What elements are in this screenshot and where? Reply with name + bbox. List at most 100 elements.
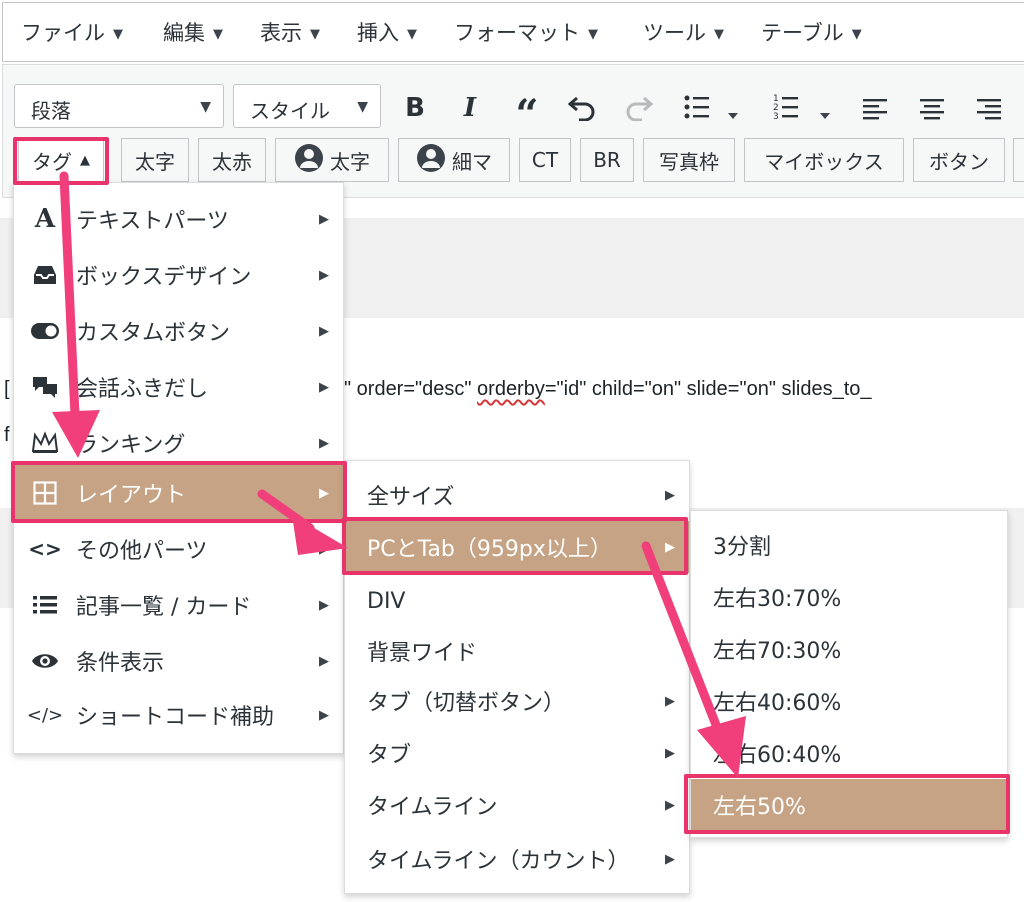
text-a-icon: A <box>34 204 56 234</box>
menu-item-label: ボックスデザイン <box>76 265 252 290</box>
menu-item-shortcode-helper[interactable]: </> ショートコード補助 ▶ <box>14 687 343 743</box>
menu-item-post-list[interactable]: 記事一覧 / カード ▶ <box>14 577 343 633</box>
chat-bubbles-icon <box>30 372 60 402</box>
avatar-bold-button[interactable]: 太字 <box>275 138 389 182</box>
layout-option-60-40[interactable]: 左右60:40% <box>691 727 1007 779</box>
br-label: BR <box>593 148 621 172</box>
layout-option-label: 左右70:30% <box>713 639 842 664</box>
tag-menu-button[interactable]: タグ ▲ <box>18 138 104 182</box>
layout-option-label: 左右60:40% <box>713 743 842 768</box>
layout-option-70-30[interactable]: 左右70:30% <box>691 623 1007 675</box>
undo-icon[interactable] <box>565 92 599 124</box>
layout-option-label: 3分割 <box>713 535 771 560</box>
my-box-button[interactable]: マイボックス <box>744 138 904 182</box>
chevron-right-icon: ▶ <box>665 797 675 813</box>
submenu-item-tab[interactable]: タブ ▶ <box>345 725 689 781</box>
style-select[interactable]: スタイル ▼ <box>233 84 381 128</box>
menu-table[interactable]: テーブル ▼ <box>761 17 862 47</box>
paragraph-format-select[interactable]: 段落 ▼ <box>14 84 224 128</box>
menu-item-custom-button[interactable]: カスタムボタン ▶ <box>14 303 343 359</box>
eye-icon <box>30 646 60 676</box>
editor-screenshot: ファイル ▼ 編集 ▼ 表示 ▼ 挿入 ▼ フォーマット ▼ ツール ▼ テーブル ▼ 段落 … <box>0 0 1024 902</box>
menu-edit[interactable]: 編集 ▼ <box>163 17 223 47</box>
list-icon <box>30 590 60 620</box>
align-center-icon[interactable] <box>918 92 946 124</box>
more-toolbar-button[interactable] <box>1013 138 1024 182</box>
chevron-up-icon: ▲ <box>80 152 90 168</box>
chevron-right-icon: ▶ <box>319 485 329 501</box>
menu-tools[interactable]: ツール ▼ <box>643 17 724 47</box>
menu-item-label: その他パーツ <box>76 539 208 564</box>
ct-label: CT <box>531 148 559 172</box>
align-right-icon[interactable] <box>975 92 1003 124</box>
menu-format[interactable]: フォーマット ▼ <box>454 17 598 47</box>
user-avatar-icon <box>416 143 446 178</box>
avatar-thin-button[interactable]: 細マ <box>398 138 510 182</box>
quote-glyph: “ <box>515 90 539 138</box>
numbered-list-icon[interactable]: 123 <box>772 92 832 124</box>
shortcode-line-start: [ <box>4 378 10 401</box>
bold-red-label: 太赤 <box>212 149 252 174</box>
paragraph-select-label: 段落 <box>31 99 71 123</box>
bold-red-button[interactable]: 太赤 <box>198 138 266 182</box>
submenu-item-timeline[interactable]: タイムライン ▶ <box>345 777 689 833</box>
photo-frame-button[interactable]: 写真枠 <box>643 138 735 182</box>
submenu-item-div[interactable]: DIV <box>345 573 689 629</box>
chevron-right-icon: ▶ <box>319 267 329 283</box>
submenu-item-label: 背景ワイド <box>367 641 478 666</box>
pc-tab-submenu: 3分割 左右30:70% 左右70:30% 左右40:60% 左右60:40% … <box>690 510 1008 838</box>
layout-option-30-70[interactable]: 左右30:70% <box>691 571 1007 623</box>
blockquote-icon[interactable]: “ <box>510 91 544 138</box>
layout-option-50[interactable]: 左右50% <box>691 779 1007 831</box>
chevron-down-icon: ▼ <box>213 26 223 42</box>
submenu-item-all-sizes[interactable]: 全サイズ ▶ <box>345 467 689 523</box>
bold-quick-button[interactable]: 太字 <box>121 138 189 182</box>
br-button[interactable]: BR <box>580 138 634 182</box>
submenu-item-bg-wide[interactable]: 背景ワイド <box>345 623 689 679</box>
chevron-down-icon: ▼ <box>851 26 862 42</box>
bullet-list-icon[interactable] <box>682 92 738 124</box>
menu-item-layout[interactable]: レイアウト ▶ <box>14 465 343 521</box>
chevron-right-icon: ▶ <box>319 435 329 451</box>
menu-item-label: カスタムボタン <box>76 321 231 346</box>
align-left-icon[interactable] <box>861 92 889 124</box>
chevron-right-icon: ▶ <box>319 541 329 557</box>
menu-item-label: テキストパーツ <box>76 209 229 234</box>
shortcode-bracket: [ <box>4 378 10 400</box>
menu-item-speech-bubble[interactable]: 会話ふきだし ▶ <box>14 359 343 415</box>
submenu-item-timeline-count[interactable]: タイムライン（カウント） ▶ <box>345 831 689 887</box>
submenu-item-pc-tab[interactable]: PCとTab（959px以上） ▶ <box>345 521 689 573</box>
menu-view[interactable]: 表示 ▼ <box>260 17 320 47</box>
my-box-label: マイボックス <box>764 149 884 174</box>
menu-insert[interactable]: 挿入 ▼ <box>357 17 417 47</box>
redo-icon[interactable] <box>622 92 656 124</box>
bold-glyph: B <box>405 93 425 123</box>
menu-table-label: テーブル <box>761 21 844 45</box>
photo-frame-label: 写真枠 <box>659 149 719 174</box>
italic-icon[interactable]: I <box>455 92 485 124</box>
avatar-thin-label: 細マ <box>452 149 492 174</box>
menu-item-label: ランキング <box>76 433 186 458</box>
menu-item-text-parts[interactable]: A テキストパーツ ▶ <box>14 191 343 247</box>
shortcode-part-b: ="id" child="on" slide="on" slides_to_ <box>544 378 872 400</box>
chevron-right-icon: ▶ <box>319 379 329 395</box>
menu-item-box-design[interactable]: ボックスデザイン ▶ <box>14 247 343 303</box>
layout-option-3-split[interactable]: 3分割 <box>691 519 1007 571</box>
menu-item-conditional-display[interactable]: 条件表示 ▶ <box>14 633 343 689</box>
chevron-right-icon: ▶ <box>319 597 329 613</box>
bold-icon[interactable]: B <box>400 92 430 124</box>
menu-view-label: 表示 <box>260 21 302 45</box>
menu-item-other-parts[interactable]: <> その他パーツ ▶ <box>14 521 343 577</box>
menu-item-ranking[interactable]: ランキング ▶ <box>14 415 343 471</box>
chevron-right-icon: ▶ <box>665 851 675 867</box>
layout-option-40-60[interactable]: 左右40:60% <box>691 675 1007 727</box>
submenu-item-tab-switch[interactable]: タブ（切替ボタン） ▶ <box>345 673 689 729</box>
chevron-down-icon: ▼ <box>714 26 724 42</box>
chevron-right-icon: ▶ <box>319 707 329 723</box>
button-insert-button[interactable]: ボタン <box>913 138 1005 182</box>
ct-button[interactable]: CT <box>519 138 571 182</box>
chevron-down-icon: ▼ <box>310 26 320 42</box>
menu-file[interactable]: ファイル ▼ <box>21 17 123 47</box>
toggle-icon <box>30 316 60 346</box>
menu-item-label: 会話ふきだし <box>76 377 209 402</box>
